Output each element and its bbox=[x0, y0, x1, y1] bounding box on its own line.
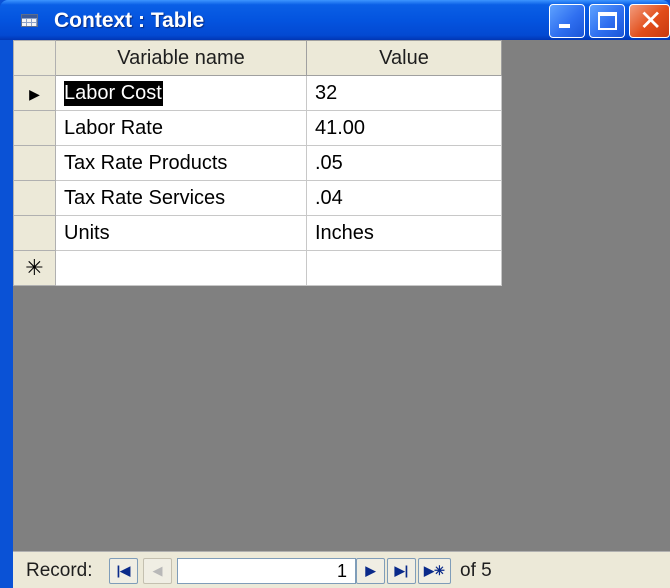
cell-variable-name[interactable]: Units bbox=[55, 215, 307, 251]
table-row: Tax Rate Services .04 bbox=[13, 180, 502, 216]
maximize-icon bbox=[598, 12, 617, 30]
first-record-icon: |◀ bbox=[116, 563, 131, 578]
current-record-arrow-icon: ▶ bbox=[29, 85, 40, 102]
table-row: Units Inches bbox=[13, 215, 502, 251]
cell-variable-name[interactable]: Tax Rate Services bbox=[55, 180, 307, 216]
window-title: Context : Table bbox=[54, 9, 205, 32]
cell-variable-name[interactable]: Labor Rate bbox=[55, 110, 307, 146]
record-count: of 5 bbox=[460, 560, 492, 581]
new-cell-variable-name[interactable] bbox=[55, 250, 307, 286]
row-selector[interactable] bbox=[13, 180, 56, 216]
minimize-button[interactable] bbox=[549, 4, 585, 38]
row-selector[interactable]: ✳ bbox=[13, 250, 56, 286]
title-bar[interactable]: Context : Table ✕ bbox=[0, 0, 670, 40]
next-record-icon: ▶ bbox=[365, 563, 376, 578]
last-record-button[interactable]: ▶| bbox=[387, 558, 416, 584]
last-record-icon: ▶| bbox=[394, 563, 409, 578]
previous-record-button[interactable]: ◀ bbox=[143, 558, 172, 584]
first-record-button[interactable]: |◀ bbox=[109, 558, 138, 584]
table-icon[interactable] bbox=[21, 14, 38, 27]
cell-value[interactable]: 32 bbox=[306, 75, 502, 111]
cell-value[interactable]: .04 bbox=[306, 180, 502, 216]
header-row: Variable name Value bbox=[13, 40, 502, 76]
close-button[interactable]: ✕ bbox=[629, 4, 670, 38]
row-selector[interactable] bbox=[13, 215, 56, 251]
maximize-button[interactable] bbox=[589, 4, 625, 38]
cell-variable-name[interactable]: Labor Cost bbox=[55, 75, 307, 111]
cell-variable-name-text: Labor Cost bbox=[64, 80, 163, 106]
cell-variable-name[interactable]: Tax Rate Products bbox=[55, 145, 307, 181]
access-table-window: Context : Table ✕ Variable name Value ▶ … bbox=[0, 0, 670, 588]
row-selector[interactable] bbox=[13, 110, 56, 146]
cell-value[interactable]: .05 bbox=[306, 145, 502, 181]
column-header-value[interactable]: Value bbox=[306, 40, 502, 76]
datasheet-grid: Variable name Value ▶ Labor Cost 32 Labo… bbox=[13, 40, 502, 286]
table-row: ▶ Labor Cost 32 bbox=[13, 75, 502, 111]
record-number-input[interactable]: 1 bbox=[177, 558, 356, 584]
next-record-button[interactable]: ▶ bbox=[356, 558, 385, 584]
new-cell-value[interactable] bbox=[306, 250, 502, 286]
column-header-variable-name[interactable]: Variable name bbox=[55, 40, 307, 76]
new-record-button[interactable]: ▶✳ bbox=[418, 558, 451, 584]
close-icon: ✕ bbox=[639, 4, 663, 37]
row-selector[interactable]: ▶ bbox=[13, 75, 56, 111]
record-navigation-bar: Record: |◀ ◀ 1 ▶ ▶| ▶✳ of 5 bbox=[13, 551, 670, 588]
table-row: Labor Rate 41.00 bbox=[13, 110, 502, 146]
row-selector[interactable] bbox=[13, 145, 56, 181]
table-row: Tax Rate Products .05 bbox=[13, 145, 502, 181]
previous-record-icon: ◀ bbox=[152, 563, 163, 578]
new-record-row: ✳ bbox=[13, 250, 502, 286]
new-record-star-icon: ✳ bbox=[25, 255, 44, 281]
select-all-corner[interactable] bbox=[13, 40, 56, 76]
cell-value[interactable]: 41.00 bbox=[306, 110, 502, 146]
datasheet-area: Variable name Value ▶ Labor Cost 32 Labo… bbox=[13, 40, 670, 588]
record-label: Record: bbox=[26, 560, 93, 581]
cell-value[interactable]: Inches bbox=[306, 215, 502, 251]
minimize-icon bbox=[559, 24, 570, 28]
new-record-icon: ▶✳ bbox=[424, 563, 445, 578]
